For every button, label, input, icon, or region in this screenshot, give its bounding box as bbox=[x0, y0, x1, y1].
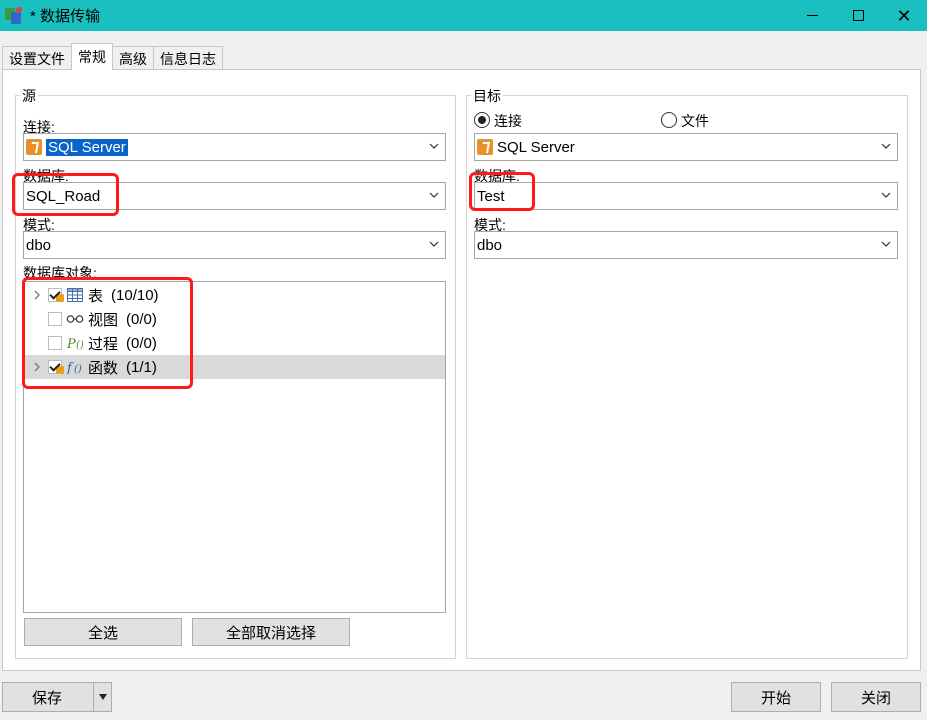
tab-bar: 设置文件 常规 高级 信息日志 bbox=[2, 43, 223, 70]
target-schema-value: dbo bbox=[477, 236, 503, 254]
source-connection-value: SQL Server bbox=[46, 138, 128, 156]
general-panel: 源 连接: SQL Server 数据库: SQL_Road 模式: dbo 数… bbox=[2, 69, 921, 671]
select-all-button[interactable]: 全选 bbox=[24, 618, 182, 646]
sql-server-icon bbox=[477, 139, 493, 155]
sql-server-icon bbox=[26, 139, 42, 155]
chevron-down-icon bbox=[881, 239, 891, 249]
tables-checkbox[interactable] bbox=[48, 288, 64, 302]
target-database-select[interactable]: Test bbox=[474, 182, 898, 210]
tree-item-count: (10/10) bbox=[111, 286, 159, 304]
objects-label: 数据库对象: bbox=[23, 265, 97, 281]
target-connection-value: SQL Server bbox=[497, 138, 575, 156]
start-button[interactable]: 开始 bbox=[731, 682, 821, 712]
save-button-label: 保存 bbox=[32, 689, 63, 707]
tab-advanced[interactable]: 高级 bbox=[112, 46, 154, 70]
tree-item-count: (0/0) bbox=[126, 310, 157, 328]
tab-settings-file[interactable]: 设置文件 bbox=[2, 46, 72, 70]
procedure-icon: P() bbox=[66, 335, 84, 351]
tree-item-label: 视图 bbox=[88, 311, 119, 329]
view-glasses-icon bbox=[66, 311, 84, 327]
close-button[interactable]: 关闭 bbox=[831, 682, 921, 712]
source-schema-select[interactable]: dbo bbox=[23, 231, 446, 259]
minimize-button[interactable] bbox=[789, 0, 835, 31]
source-database-select[interactable]: SQL_Road bbox=[23, 182, 446, 210]
source-legend: 源 bbox=[20, 86, 38, 106]
target-connection-select[interactable]: SQL Server bbox=[474, 133, 898, 161]
tree-item-label: 函数 bbox=[88, 359, 119, 377]
deselect-all-button[interactable]: 全部取消选择 bbox=[192, 618, 350, 646]
title-bar: * 数据传输 ✕ bbox=[0, 0, 927, 31]
svg-text:P: P bbox=[67, 337, 76, 351]
source-schema-value: dbo bbox=[26, 236, 52, 254]
tree-item-views[interactable]: 视图 (0/0) bbox=[24, 307, 445, 331]
source-database-value: SQL_Road bbox=[26, 187, 101, 205]
chevron-down-icon bbox=[429, 190, 439, 200]
target-database-value: Test bbox=[477, 187, 505, 205]
tree-item-functions[interactable]: f() 函数 (1/1) bbox=[24, 355, 445, 379]
chevron-down-icon bbox=[429, 239, 439, 249]
table-icon bbox=[66, 287, 84, 303]
save-button[interactable]: 保存 bbox=[2, 682, 112, 712]
procedures-checkbox[interactable] bbox=[48, 336, 62, 350]
views-checkbox[interactable] bbox=[48, 312, 62, 326]
close-icon: ✕ bbox=[896, 5, 912, 26]
target-file-radio[interactable] bbox=[661, 112, 677, 128]
lock-icon bbox=[56, 366, 64, 374]
chevron-down-icon bbox=[881, 190, 891, 200]
lock-icon bbox=[56, 294, 64, 302]
caret-down-icon bbox=[98, 694, 107, 700]
tab-log[interactable]: 信息日志 bbox=[153, 46, 223, 70]
svg-text:(): () bbox=[74, 364, 82, 375]
tree-item-tables[interactable]: 表 (10/10) bbox=[24, 283, 445, 307]
chevron-right-icon[interactable] bbox=[28, 355, 46, 379]
target-connection-radio[interactable] bbox=[474, 112, 490, 128]
save-dropdown-button[interactable] bbox=[93, 683, 111, 711]
function-icon: f() bbox=[66, 359, 84, 375]
app-icon bbox=[4, 6, 24, 26]
minimize-icon bbox=[806, 15, 818, 16]
objects-tree[interactable]: 表 (10/10) 视图 (0/0) P() 过程 (0/0) f() 函数 (… bbox=[23, 281, 446, 613]
target-file-radio-label[interactable]: 文件 bbox=[681, 111, 709, 131]
maximize-button[interactable] bbox=[835, 0, 881, 31]
tree-item-label: 过程 bbox=[88, 335, 119, 353]
close-window-button[interactable]: ✕ bbox=[881, 0, 927, 31]
chevron-right-icon[interactable] bbox=[28, 283, 46, 307]
source-connection-select[interactable]: SQL Server bbox=[23, 133, 446, 161]
tree-item-label: 表 bbox=[88, 287, 104, 305]
target-legend: 目标 bbox=[471, 86, 503, 106]
tree-item-count: (1/1) bbox=[126, 358, 157, 376]
tree-item-count: (0/0) bbox=[126, 334, 157, 352]
window-title: * 数据传输 bbox=[30, 8, 101, 25]
svg-text:(): () bbox=[76, 340, 83, 351]
tree-item-procedures[interactable]: P() 过程 (0/0) bbox=[24, 331, 445, 355]
chevron-down-icon bbox=[881, 141, 891, 151]
target-group: 目标 bbox=[466, 86, 908, 659]
maximize-icon bbox=[852, 10, 864, 21]
chevron-down-icon bbox=[429, 141, 439, 151]
target-connection-radio-label[interactable]: 连接 bbox=[494, 111, 522, 131]
functions-checkbox[interactable] bbox=[48, 360, 64, 374]
svg-text:f: f bbox=[67, 361, 74, 375]
target-schema-select[interactable]: dbo bbox=[474, 231, 898, 259]
tab-general[interactable]: 常规 bbox=[71, 43, 113, 70]
